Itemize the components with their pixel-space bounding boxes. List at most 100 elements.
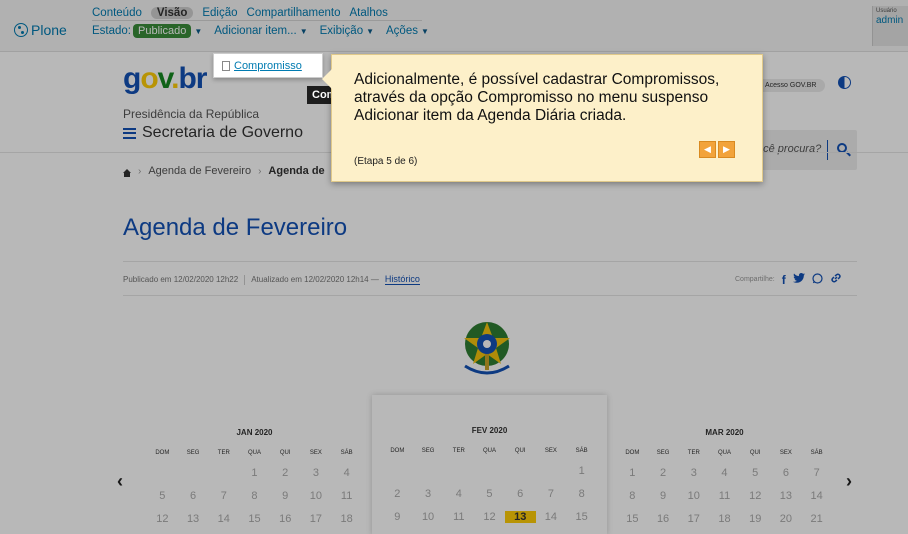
calendar-day[interactable]: 1 [566,465,597,477]
calendar-day[interactable]: 12 [740,490,771,502]
calendar-day[interactable]: 16 [648,513,679,525]
calendar-day[interactable]: 18 [331,513,362,525]
display-menu[interactable]: Exibição ▼ [320,25,374,37]
facebook-icon[interactable]: f [782,273,786,287]
tour-nav: ◀ ▶ [699,141,735,158]
calendar-day[interactable]: 13 [771,490,802,502]
calendar-day[interactable]: 12 [474,511,505,523]
calendar-day[interactable]: 7 [801,467,832,479]
plone-logo-icon [14,23,28,37]
plone-logo[interactable]: Plone [14,22,67,38]
calendar-day[interactable]: 8 [617,490,648,502]
weekday-label: SEX [779,450,792,456]
share-label: Compartilhe: [735,276,775,283]
calendar-day[interactable]: 3 [301,467,332,479]
actions-menu[interactable]: Ações ▼ [386,25,429,37]
acesso-govbr-button[interactable]: Acesso GOV.BR [757,79,825,92]
calendar-day[interactable]: 14 [801,490,832,502]
weekday-label: QUA [717,450,731,456]
calendar-day[interactable]: 15 [566,511,597,523]
calendar-day[interactable]: 17 [301,513,332,525]
calendar-day[interactable]: 4 [331,467,362,479]
menu-shortcuts[interactable]: Atalhos [350,7,388,19]
calendar-day[interactable]: 19 [740,513,771,525]
breadcrumb-item[interactable]: Agenda de Fevereiro [148,165,251,177]
menu-view[interactable]: Visão [150,7,194,19]
tour-next-button[interactable]: ▶ [718,141,735,158]
calendar-day[interactable]: 16 [270,513,301,525]
twitter-icon[interactable] [792,272,805,287]
calendar-prev-button[interactable]: ‹ [117,471,123,492]
calendar-day[interactable]: 5 [740,467,771,479]
calendar-day[interactable]: 14 [208,513,239,525]
calendar-day [474,465,505,477]
home-icon[interactable] [123,169,131,177]
calendar-day[interactable]: 15 [239,513,270,525]
plone-main-menu: Conteúdo Visão Edição Compartilhamento A… [92,7,388,19]
secretariat-title[interactable]: Secretaria de Governo [123,124,303,142]
add-item-menu[interactable]: Adicionar item... ▼ [214,25,307,37]
dropdown-item-compromisso[interactable]: Compromisso [222,60,302,72]
calendar-day[interactable]: 3 [413,488,444,500]
calendar-day[interactable]: 5 [147,490,178,502]
calendar-day[interactable]: 7 [536,488,567,500]
calendar-day[interactable]: 15 [617,513,648,525]
calendar-day[interactable]: 6 [505,488,536,500]
calendar-day[interactable]: 6 [178,490,209,502]
calendar-day[interactable]: 2 [648,467,679,479]
calendar-day[interactable]: 14 [536,511,567,523]
menu-icon [123,125,136,141]
calendar-day[interactable]: 10 [678,490,709,502]
weekday-label: SEG [656,450,670,456]
search-box[interactable]: ocê procura? [757,130,857,170]
state-menu[interactable]: Estado: Publicado ▼ [92,24,202,38]
dropdown-item-label: Compromisso [234,60,302,72]
contrast-icon[interactable] [838,76,851,89]
tour-step: (Etapa 5 de 6) [354,156,418,167]
calendar-day[interactable]: 18 [709,513,740,525]
calendar-day[interactable]: 1 [239,467,270,479]
calendar-day[interactable]: 13 [504,511,536,523]
calendar-day[interactable]: 13 [178,513,209,525]
tour-prev-button[interactable]: ◀ [699,141,716,158]
calendar-day[interactable]: 11 [331,490,362,502]
calendar-day[interactable]: 10 [301,490,332,502]
whatsapp-icon[interactable] [812,272,823,287]
calendar-day[interactable]: 3 [678,467,709,479]
calendar-day[interactable]: 12 [147,513,178,525]
calendar-next-button[interactable]: › [846,471,852,492]
weekday-label: DOM [390,448,405,454]
calendar-day[interactable]: 6 [771,467,802,479]
calendar-day[interactable]: 7 [208,490,239,502]
logo-letter: b [178,62,196,95]
tour-text: Adicionalmente, é possível cadastrar Com… [354,71,720,124]
calendar-day[interactable]: 2 [382,488,413,500]
search-divider [827,140,828,160]
calendar-day[interactable]: 20 [771,513,802,525]
user-name: admin [876,15,904,26]
calendar-day[interactable]: 5 [474,488,505,500]
calendar-day[interactable]: 11 [443,511,474,523]
calendar-day[interactable]: 9 [382,511,413,523]
menu-contents[interactable]: Conteúdo [92,7,142,19]
calendar-day[interactable]: 8 [239,490,270,502]
calendar-day[interactable]: 8 [566,488,597,500]
calendar-day[interactable]: 2 [270,467,301,479]
calendar-day[interactable]: 17 [678,513,709,525]
calendar-day[interactable]: 10 [413,511,444,523]
calendar-day[interactable]: 21 [801,513,832,525]
calendar-title: MAR 2020 [705,428,744,437]
calendar-day[interactable]: 1 [617,467,648,479]
calendar-day[interactable]: 11 [709,490,740,502]
user-menu[interactable]: Usuário admin [872,6,908,46]
calendar-day[interactable]: 9 [270,490,301,502]
chevron-down-icon: ▼ [299,27,308,36]
calendar-day[interactable]: 9 [648,490,679,502]
menu-edit[interactable]: Edição [202,7,237,19]
calendar-day[interactable]: 4 [709,467,740,479]
calendar-day[interactable]: 4 [443,488,474,500]
link-icon[interactable] [830,272,842,287]
history-link[interactable]: Histórico [384,274,420,285]
menu-sharing[interactable]: Compartilhamento [247,7,341,19]
govbr-logo[interactable]: gov.br [123,62,207,95]
